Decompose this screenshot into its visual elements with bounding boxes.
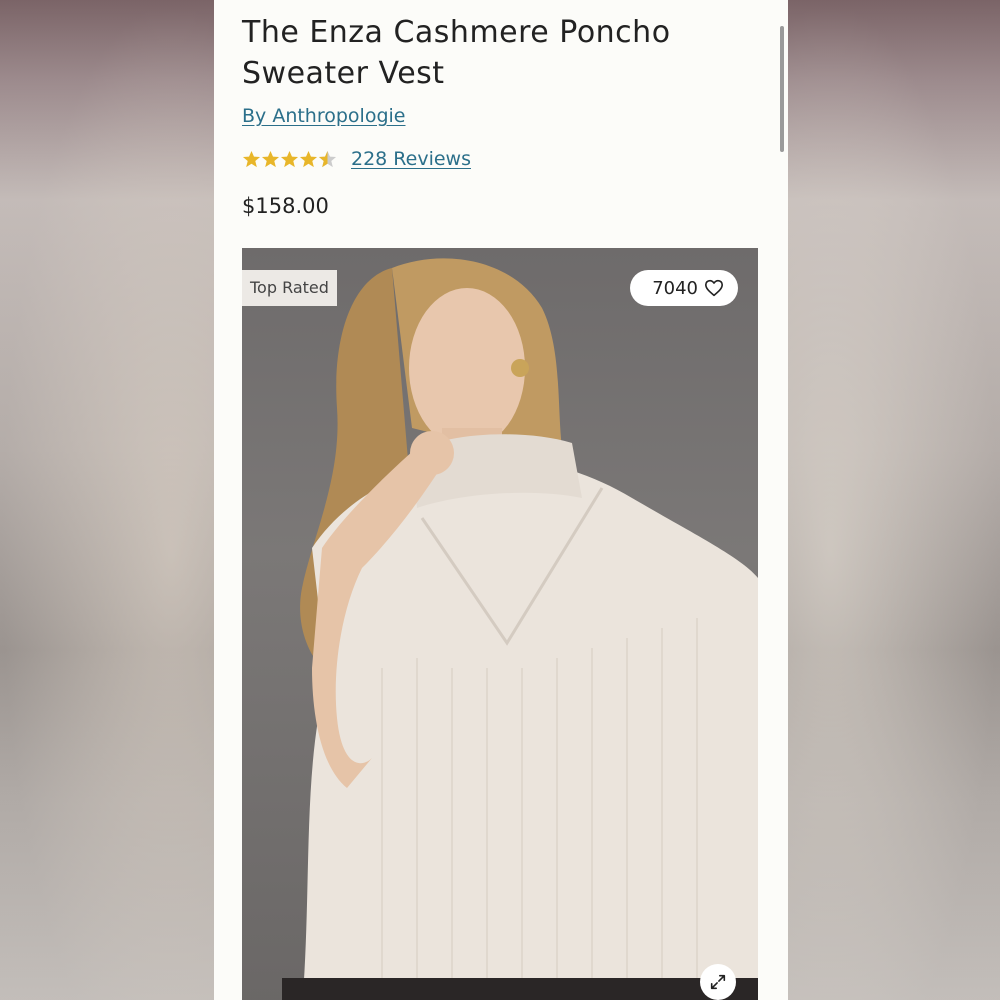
brand-link[interactable]: By Anthropologie: [242, 105, 406, 127]
half-star-icon: [318, 150, 337, 167]
expand-image-button[interactable]: [700, 964, 736, 1000]
star-icon: [299, 150, 318, 167]
expand-icon: [710, 974, 726, 990]
likes-count: 7040: [652, 277, 698, 299]
model-photo: [282, 258, 758, 1000]
rating-row: 228 Reviews: [242, 146, 471, 172]
product-image[interactable]: Top Rated 7040: [242, 248, 758, 1000]
top-rated-badge: Top Rated: [242, 270, 337, 306]
star-icon: [261, 150, 280, 167]
product-title: The Enza Cashmere Poncho Sweater Vest: [242, 15, 671, 91]
heart-icon: [704, 279, 723, 297]
product-page: The Enza Cashmere Poncho Sweater Vest By…: [214, 0, 788, 1000]
product-price: $158.00: [242, 194, 329, 218]
favorite-button[interactable]: 7040: [630, 270, 738, 306]
star-icon: [242, 150, 261, 167]
star-icon: [280, 150, 299, 167]
reviews-link[interactable]: 228 Reviews: [351, 148, 471, 170]
star-rating[interactable]: [242, 150, 337, 169]
scrollbar[interactable]: [780, 26, 784, 152]
